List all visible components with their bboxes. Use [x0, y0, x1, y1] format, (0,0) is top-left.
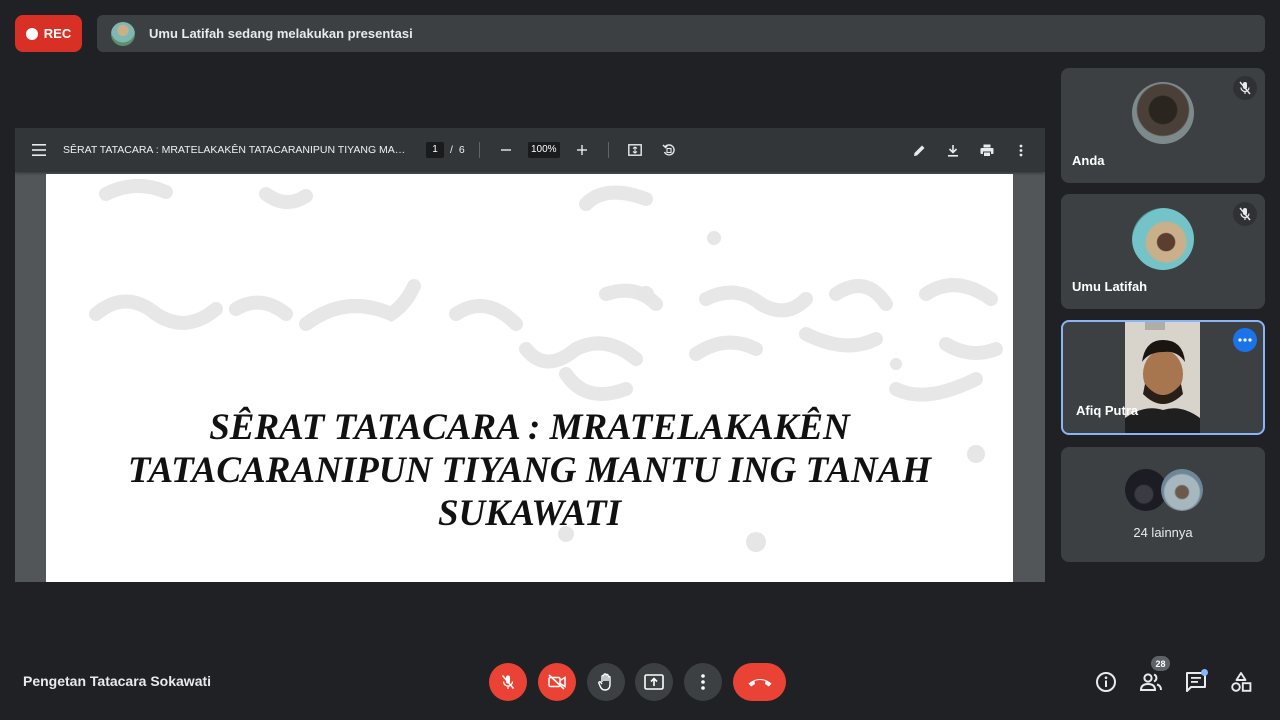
pdf-toolbar: SÊRAT TATACARA : MRATELAKAKÊN TATACARANI… — [15, 128, 1045, 172]
toolbar-divider — [607, 142, 609, 158]
slide-title-line: TATACARANIPUN TIYANG MANTU ING TANAH — [127, 450, 932, 491]
people-icon — [1139, 673, 1162, 691]
participant-tile-umu-latifah[interactable]: Umu Latifah — [1061, 194, 1265, 309]
pdf-viewer: SÊRAT TATACARA : MRATELAKAKÊN TATACARANI… — [15, 128, 1045, 582]
presenting-text: Umu Latifah sedang melakukan presentasi — [149, 26, 413, 41]
pdf-document-title: SÊRAT TATACARA : MRATELAKAKÊN TATACARANI… — [63, 144, 408, 156]
zoom-level-input[interactable]: 100% — [527, 142, 560, 158]
recording-badge[interactable]: REC — [15, 15, 82, 52]
more-options-icon[interactable] — [1233, 328, 1257, 352]
fit-page-icon[interactable] — [623, 138, 647, 162]
participant-tile-anda[interactable]: Anda — [1061, 68, 1265, 183]
slide-title-line: SUKAWATI — [437, 493, 622, 534]
avatar — [1132, 208, 1194, 270]
presenter-avatar — [111, 21, 135, 46]
info-icon — [1096, 672, 1116, 692]
participant-name: Umu Latifah — [1072, 279, 1148, 294]
participant-count-badge: 28 — [1151, 656, 1170, 671]
page-number-input[interactable]: 1 — [426, 142, 444, 158]
hand-icon — [598, 673, 611, 691]
more-options-button[interactable] — [684, 663, 722, 701]
participant-name: Anda — [1072, 153, 1105, 168]
toolbar-divider — [478, 142, 480, 158]
slide-title-line: SÊRAT TATACARA : MRATELAKAKÊN — [209, 407, 850, 448]
present-screen-button[interactable] — [635, 663, 673, 701]
meeting-title: Pengetan Tatacara Sokawati — [23, 673, 212, 689]
camera-toggle-button[interactable] — [538, 663, 576, 701]
print-icon[interactable] — [975, 138, 999, 162]
more-vert-icon[interactable] — [1009, 138, 1033, 162]
participants-button[interactable] — [1138, 669, 1164, 695]
avatar — [1132, 82, 1194, 144]
raise-hand-button[interactable] — [587, 663, 625, 701]
others-avatars — [1125, 467, 1205, 511]
pdf-page: SÊRAT TATACARA : MRATELAKAKÊN TATACARANI… — [46, 174, 1013, 582]
mic-off-icon — [501, 675, 515, 689]
menu-icon[interactable] — [27, 138, 51, 162]
mic-toggle-button[interactable] — [489, 663, 527, 701]
page-indicator: 1 / 6 — [426, 142, 465, 158]
activities-icon — [1231, 672, 1252, 692]
participant-tile-afiq-putra[interactable]: Afiq Putra — [1061, 320, 1265, 435]
zoom-out-icon[interactable] — [494, 138, 518, 162]
others-tile[interactable]: 24 lainnya — [1061, 447, 1265, 562]
download-icon[interactable] — [941, 138, 965, 162]
page-separator: / — [450, 144, 453, 156]
others-count-label: 24 lainnya — [1133, 525, 1193, 540]
more-vert-icon — [701, 674, 705, 690]
meeting-details-button[interactable] — [1093, 669, 1119, 695]
zoom-in-icon[interactable] — [570, 138, 594, 162]
presenting-banner: Umu Latifah sedang melakukan presentasi — [97, 15, 1265, 52]
activities-button[interactable] — [1228, 669, 1254, 695]
mic-off-icon — [1233, 76, 1257, 100]
avatar — [1161, 469, 1203, 511]
mic-off-icon — [1233, 202, 1257, 226]
present-icon — [644, 674, 664, 690]
rotate-icon[interactable] — [657, 138, 681, 162]
record-dot-icon — [25, 27, 38, 40]
camera-off-icon — [548, 674, 566, 690]
chat-notification-dot — [1201, 669, 1208, 676]
leave-call-button[interactable] — [733, 663, 786, 701]
participant-name: Afiq Putra — [1076, 403, 1139, 418]
recording-label: REC — [43, 26, 72, 41]
end-call-icon — [748, 679, 771, 687]
slide-title: SÊRAT TATACARA : MRATELAKAKÊN TATACARANI… — [46, 406, 1013, 535]
total-pages: 6 — [458, 144, 465, 156]
edit-icon[interactable] — [907, 138, 931, 162]
